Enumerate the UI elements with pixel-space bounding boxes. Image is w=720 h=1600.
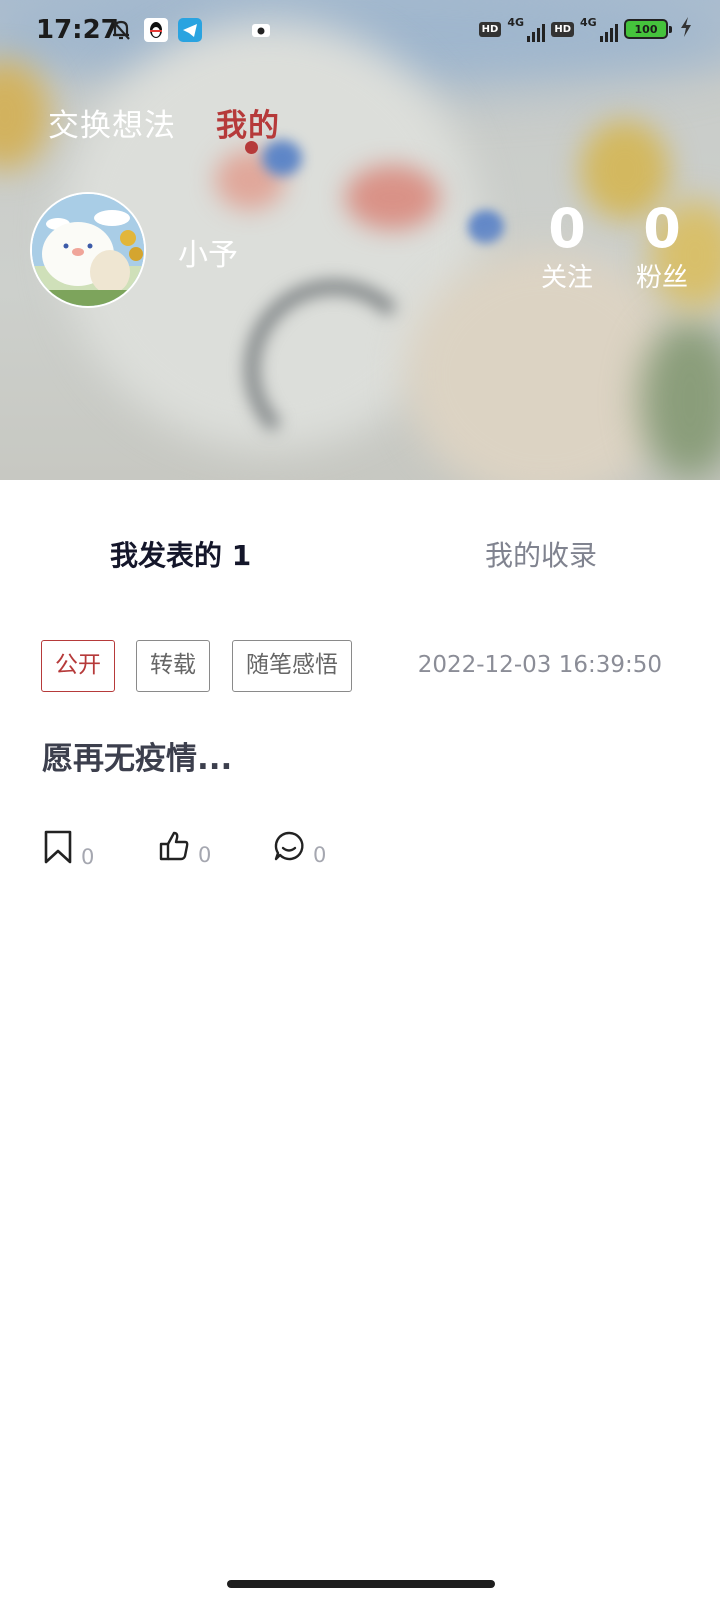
bookmark-icon (43, 830, 73, 868)
post-content[interactable]: 愿再无疫情... (42, 733, 232, 778)
tab-mine[interactable]: 我的 (216, 100, 280, 145)
charging-bolt-icon (680, 17, 692, 41)
battery-icon: 100 (624, 19, 672, 39)
repost-tag: 转载 (136, 640, 210, 692)
hd-badge: HD (551, 21, 574, 37)
comment-count: 0 (313, 843, 327, 867)
category-tag: 随笔感悟 (232, 640, 352, 692)
followers-stat[interactable]: 0 粉丝 (622, 198, 702, 296)
bookmark-count: 0 (81, 845, 95, 869)
tab-my-posts[interactable]: 我发表的 1 (110, 534, 251, 574)
like-button[interactable]: 0 (158, 830, 211, 866)
active-tab-indicator (245, 141, 258, 154)
tab-my-collections[interactable]: 我的收录 (485, 534, 597, 574)
followers-label: 粉丝 (635, 263, 688, 293)
followers-count: 0 (643, 197, 681, 260)
hd-badge: HD (478, 21, 502, 37)
mute-bell-icon (108, 17, 134, 47)
qq-app-icon (144, 18, 168, 46)
comment-icon (273, 830, 305, 866)
username: 小予 (178, 238, 238, 273)
telegram-app-icon (178, 18, 202, 46)
home-indicator[interactable] (227, 1580, 495, 1588)
cellular-signal-icon: 4G (507, 16, 546, 42)
bookmark-button[interactable]: 0 (43, 830, 94, 868)
tab-exchange-ideas[interactable]: 交换想法 (48, 100, 176, 145)
like-count: 0 (198, 843, 212, 867)
battery-level: 100 (634, 22, 658, 36)
following-label: 关注 (540, 263, 593, 293)
status-time: 17:27 (36, 15, 119, 45)
following-count: 0 (548, 197, 586, 260)
following-stat[interactable]: 0 关注 (527, 198, 607, 296)
thumbs-up-icon (158, 830, 190, 866)
cellular-signal-icon: 4G (580, 16, 618, 42)
status-bar: 17:27 HD 4G HD 4G 100 (0, 0, 720, 64)
post-timestamp: 2022-12-03 16:39:50 (417, 652, 662, 678)
comment-button[interactable]: 0 (273, 830, 326, 866)
camera-app-icon (250, 21, 272, 43)
visibility-tag: 公开 (41, 640, 115, 692)
avatar[interactable] (30, 192, 146, 308)
